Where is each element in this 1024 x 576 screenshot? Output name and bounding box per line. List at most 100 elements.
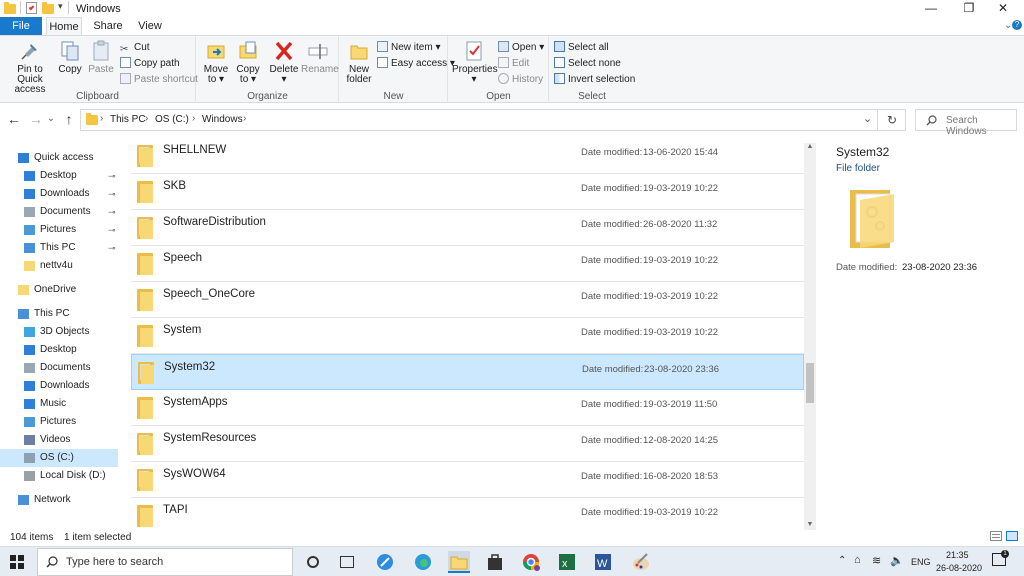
file-row[interactable]: Speech_OneCore Date modified: 19-03-2019 1… xyxy=(131,282,804,318)
scroll-up-arrow[interactable]: ▲ xyxy=(804,143,816,150)
back-button[interactable]: ← xyxy=(5,111,23,127)
copy-path-button[interactable]: Copy path xyxy=(120,57,180,71)
excel-icon[interactable]: x xyxy=(556,551,578,573)
file-row[interactable]: SystemResources Date modified: 12-08-2020 … xyxy=(131,426,804,462)
tab-home[interactable]: Home xyxy=(46,17,82,35)
customize-quick-access-icon[interactable]: ▾ xyxy=(58,1,63,12)
nav-item-3d-objects[interactable]: 3D Objects xyxy=(0,323,118,341)
tab-file[interactable]: File xyxy=(0,17,42,35)
nav-item-quick-pictures[interactable]: Pictures ⊸ xyxy=(0,221,118,239)
cortana-icon[interactable] xyxy=(302,551,324,573)
wifi-icon[interactable]: ≋ xyxy=(872,554,881,567)
edit-button[interactable]: Edit xyxy=(498,57,529,71)
show-hidden-icons-icon[interactable]: ⌃ xyxy=(838,555,846,566)
file-row[interactable]: System32 Date modified: 23-08-2020 23:36 xyxy=(131,354,804,390)
new-folder-button[interactable]: New folder xyxy=(344,40,374,85)
file-row[interactable]: System Date modified: 19-03-2019 10:22 xyxy=(131,318,804,354)
help-icon[interactable]: ? xyxy=(1012,20,1022,30)
nav-item-quick-access[interactable]: Quick access xyxy=(0,149,118,167)
scroll-thumb[interactable] xyxy=(806,363,814,403)
volume-icon[interactable]: 🔈 xyxy=(890,554,904,567)
copy-button[interactable]: Copy xyxy=(57,40,83,75)
breadcrumb-this-pc[interactable]: This PC xyxy=(110,114,146,125)
vertical-scrollbar[interactable]: ▲ ▼ xyxy=(804,143,816,530)
breadcrumb-separator[interactable]: › xyxy=(192,113,195,124)
nav-item-pictures[interactable]: Pictures xyxy=(0,413,118,431)
open-group: Properties ▾ Open ▾ Edit History Open xyxy=(449,36,549,103)
task-view-icon[interactable] xyxy=(336,551,358,573)
nav-item-network[interactable]: Network xyxy=(0,491,118,509)
recent-locations-button[interactable]: ⌄ xyxy=(42,111,60,127)
nav-item-downloads[interactable]: Downloads xyxy=(0,377,118,395)
close-button[interactable]: ✕ xyxy=(980,0,1024,17)
select-all-button[interactable]: Select all xyxy=(554,41,609,55)
invert-selection-button[interactable]: Invert selection xyxy=(554,73,635,87)
new-folder-quick-icon[interactable] xyxy=(42,2,54,14)
nav-item-documents[interactable]: Documents xyxy=(0,359,118,377)
tab-share[interactable]: Share xyxy=(90,17,126,35)
nav-item-videos[interactable]: Videos xyxy=(0,431,118,449)
clock-date[interactable]: 26-08-2020 xyxy=(936,563,982,573)
cut-button[interactable]: ✂ Cut xyxy=(120,41,150,55)
file-row[interactable]: SoftwareDistribution Date modified: 26-08-… xyxy=(131,210,804,246)
file-row[interactable]: Speech Date modified: 19-03-2019 10:22 xyxy=(131,246,804,282)
move-to-button[interactable]: Move to ▾ xyxy=(201,40,231,85)
nav-item-this-pc[interactable]: This PC xyxy=(0,305,118,323)
address-bar[interactable]: › This PC › OS (C:) › Windows › ⌄ ↻ xyxy=(80,109,906,131)
network-status-icon[interactable]: ⌂ xyxy=(854,554,861,566)
clock-time[interactable]: 21:35 xyxy=(946,550,969,560)
nav-item-os-c[interactable]: OS (C:) xyxy=(0,449,118,467)
copy-to-button[interactable]: Copy to ▾ xyxy=(233,40,263,85)
easy-access-button[interactable]: Easy access ▾ xyxy=(377,57,455,71)
notifications-icon[interactable]: 1 xyxy=(992,550,1009,566)
file-row[interactable]: SKB Date modified: 19-03-2019 10:22 xyxy=(131,174,804,210)
breadcrumb-separator[interactable]: › xyxy=(100,113,103,124)
nav-item-onedrive[interactable]: OneDrive xyxy=(0,281,118,299)
chrome-icon[interactable] xyxy=(520,551,542,573)
file-row[interactable]: SysWOW64 Date modified: 16-08-2020 18:53 xyxy=(131,462,804,498)
file-row[interactable]: TAPI Date modified: 19-03-2019 10:22 xyxy=(131,498,804,530)
store-icon[interactable] xyxy=(484,551,506,573)
refresh-button[interactable]: ↻ xyxy=(887,113,897,127)
nav-item-quick-desktop[interactable]: Desktop ⊸ xyxy=(0,167,118,185)
nav-item-music[interactable]: Music xyxy=(0,395,118,413)
large-icons-view-icon[interactable] xyxy=(1006,531,1018,541)
details-view-icon[interactable] xyxy=(990,531,1002,541)
up-button[interactable]: ↑ xyxy=(60,111,78,127)
file-row[interactable]: SHELLNEW Date modified: 13-06-2020 15:44 xyxy=(131,143,804,174)
feather-app-icon[interactable] xyxy=(374,551,396,573)
scroll-down-arrow[interactable]: ▼ xyxy=(804,521,816,528)
properties-button[interactable]: Properties ▾ xyxy=(452,40,498,85)
breadcrumb-windows[interactable]: Windows xyxy=(202,114,243,125)
windows-start-icon[interactable] xyxy=(10,555,24,569)
word-icon[interactable]: W xyxy=(592,551,614,573)
nav-item-local-disk-d[interactable]: Local Disk (D:) xyxy=(0,467,118,485)
file-explorer-icon[interactable] xyxy=(448,551,470,573)
pin-to-quick-access-button[interactable]: Pin to Quick access xyxy=(4,40,56,95)
paint-icon[interactable] xyxy=(630,551,652,573)
nav-item-desktop[interactable]: Desktop xyxy=(0,341,118,359)
properties-quick-icon[interactable] xyxy=(26,2,37,14)
select-none-button[interactable]: Select none xyxy=(554,57,621,71)
paste-shortcut-button[interactable]: Paste shortcut xyxy=(120,73,198,87)
new-item-button[interactable]: New item ▾ xyxy=(377,41,440,55)
rename-button[interactable]: Rename xyxy=(301,40,339,75)
nav-item-quick-downloads[interactable]: Downloads ⊸ xyxy=(0,185,118,203)
delete-button[interactable]: Delete ▾ xyxy=(269,40,299,85)
language-indicator[interactable]: ENG xyxy=(911,557,931,567)
search-box[interactable]: Search Windows xyxy=(915,109,1017,137)
history-button[interactable]: History xyxy=(498,73,543,87)
open-button[interactable]: Open ▾ xyxy=(498,41,544,55)
nav-item-quick-this-pc[interactable]: This PC ⊸ xyxy=(0,239,118,257)
edge-browser-icon[interactable] xyxy=(412,551,434,573)
breadcrumb-os-c[interactable]: OS (C:) xyxy=(155,114,189,125)
file-row[interactable]: SystemApps Date modified: 19-03-2019 11:50 xyxy=(131,390,804,426)
breadcrumb-separator[interactable]: › xyxy=(145,113,148,124)
nav-item-quick-documents[interactable]: Documents ⊸ xyxy=(0,203,118,221)
taskbar-search-box[interactable]: Type here to search xyxy=(37,548,293,576)
breadcrumb-separator[interactable]: › xyxy=(243,113,246,124)
nav-item-quick-nettv4u[interactable]: nettv4u xyxy=(0,257,118,275)
paste-button[interactable]: Paste xyxy=(88,40,114,75)
tab-view[interactable]: View xyxy=(132,17,168,35)
address-dropdown-button[interactable]: ⌄ xyxy=(863,112,872,125)
